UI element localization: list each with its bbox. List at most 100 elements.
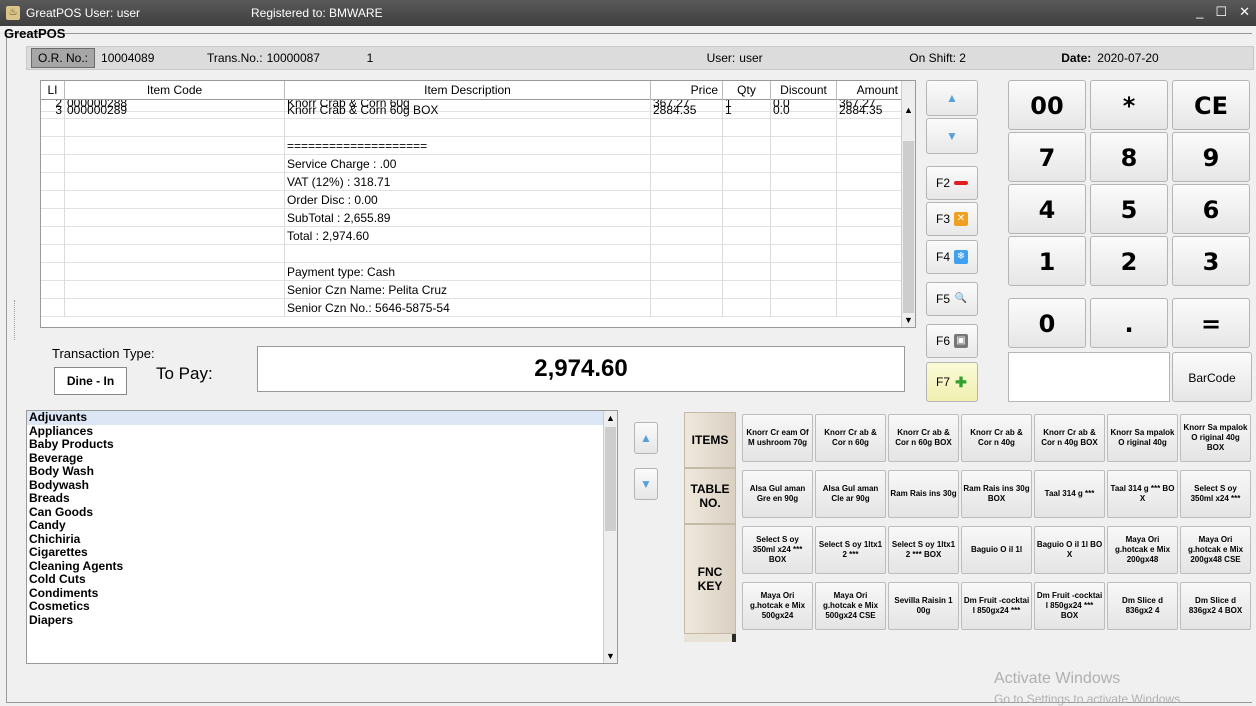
item-button[interactable]: Maya Ori g.hotcak e Mix 200gx48 CSE bbox=[1180, 526, 1251, 574]
tab-items[interactable]: ITEMS bbox=[684, 412, 736, 468]
category-item[interactable]: Breads bbox=[27, 491, 617, 506]
category-item[interactable]: Chichiria bbox=[27, 532, 617, 547]
category-up-button[interactable]: ▲ bbox=[634, 422, 658, 454]
tab-table-no[interactable]: TABLE NO. bbox=[684, 468, 736, 524]
numpad-key[interactable]: 00 bbox=[1008, 80, 1086, 130]
table-row[interactable]: Payment type: Cash bbox=[41, 263, 903, 281]
item-button[interactable]: Baguio O il 1l bbox=[961, 526, 1032, 574]
numpad-key[interactable]: . bbox=[1090, 298, 1168, 348]
item-button[interactable]: Dm Fruit -cocktai l 850gx24 *** bbox=[961, 582, 1032, 630]
numpad-key[interactable]: 0 bbox=[1008, 298, 1086, 348]
category-item[interactable]: Cold Cuts bbox=[27, 572, 617, 587]
item-button[interactable]: Select S oy 350ml x24 *** bbox=[1180, 470, 1251, 518]
col-amount[interactable]: Amount bbox=[837, 81, 903, 100]
f4-button[interactable]: F4 ❄ bbox=[926, 240, 978, 274]
scroll-down-icon[interactable]: ▼ bbox=[902, 313, 915, 327]
item-button[interactable]: Maya Ori g.hotcak e Mix 500gx24 CSE bbox=[815, 582, 886, 630]
item-button[interactable]: Knorr Cr ab & Cor n 40g BOX bbox=[1034, 414, 1105, 462]
category-list[interactable]: Adjuvants Appliances Baby Products Beverage… bbox=[26, 410, 618, 664]
category-item[interactable]: Adjuvants bbox=[27, 411, 617, 425]
scroll-up-button[interactable]: ▲ bbox=[926, 80, 978, 116]
item-button[interactable]: Select S oy 350ml x24 *** BOX bbox=[742, 526, 813, 574]
f2-button[interactable]: F2 bbox=[926, 166, 978, 200]
table-row[interactable]: Total : 2,974.60 bbox=[41, 227, 903, 245]
col-discount[interactable]: Discount bbox=[771, 81, 837, 100]
item-button[interactable]: Knorr Cr ab & Cor n 60g bbox=[815, 414, 886, 462]
category-item[interactable]: Cigarettes bbox=[27, 545, 617, 560]
scroll-up-icon[interactable]: ▲ bbox=[604, 411, 617, 425]
f6-button[interactable]: F6 ▣ bbox=[926, 324, 978, 358]
numpad-key[interactable]: CE bbox=[1172, 80, 1250, 130]
item-button[interactable]: Maya Ori g.hotcak e Mix 500gx24 bbox=[742, 582, 813, 630]
item-button[interactable]: Alsa Gul aman Cle ar 90g bbox=[815, 470, 886, 518]
scroll-down-icon[interactable]: ▼ bbox=[604, 649, 617, 663]
transaction-grid[interactable]: 2 000000288 Knorr Crab & Corn 60g 367.27… bbox=[40, 80, 916, 328]
col-qty[interactable]: Qty bbox=[723, 81, 771, 100]
item-button[interactable]: Select S oy 1ltx1 2 *** BOX bbox=[888, 526, 959, 574]
numpad-key[interactable]: * bbox=[1090, 80, 1168, 130]
numpad-key[interactable]: 6 bbox=[1172, 184, 1250, 234]
category-item[interactable]: Beverage bbox=[27, 451, 617, 466]
f5-button[interactable]: F5 🔍 bbox=[926, 282, 978, 316]
category-item[interactable]: Can Goods bbox=[27, 505, 617, 520]
category-item[interactable]: Cosmetics bbox=[27, 599, 617, 614]
item-button[interactable]: Baguio O il 1l BO X bbox=[1034, 526, 1105, 574]
table-row[interactable]: VAT (12%) : 318.71 bbox=[41, 173, 903, 191]
table-row[interactable] bbox=[41, 119, 903, 137]
numpad-key[interactable]: 5 bbox=[1090, 184, 1168, 234]
numpad-key[interactable]: 8 bbox=[1090, 132, 1168, 182]
category-item[interactable]: Body Wash bbox=[27, 464, 617, 479]
category-item[interactable]: Cleaning Agents bbox=[27, 559, 617, 574]
table-row[interactable]: SubTotal : 2,655.89 bbox=[41, 209, 903, 227]
item-button[interactable]: Dm Slice d 836gx2 4 BOX bbox=[1180, 582, 1251, 630]
category-item[interactable]: Candy bbox=[27, 518, 617, 533]
scroll-down-button[interactable]: ▼ bbox=[926, 118, 978, 154]
barcode-button[interactable]: BarCode bbox=[1172, 352, 1252, 402]
minimize-button[interactable]: _ bbox=[1196, 4, 1203, 20]
item-button[interactable]: Knorr Cr ab & Cor n 40g bbox=[961, 414, 1032, 462]
item-button[interactable]: Knorr Sa mpalok O riginal 40g BOX bbox=[1180, 414, 1251, 462]
tab-fnc-key[interactable]: FNC KEY bbox=[684, 524, 736, 634]
item-button[interactable]: Ram Rais ins 30g bbox=[888, 470, 959, 518]
f3-button[interactable]: F3 ✕ bbox=[926, 202, 978, 236]
category-item[interactable]: Diapers bbox=[27, 613, 617, 628]
item-button[interactable]: Dm Slice d 836gx2 4 bbox=[1107, 582, 1178, 630]
table-row[interactable]: Senior Czn Name: Pelita Cruz bbox=[41, 281, 903, 299]
table-row[interactable]: 3 000000289 Knorr Crab & Corn 60g BOX 2884.… bbox=[41, 101, 903, 119]
numpad-key[interactable]: 1 bbox=[1008, 236, 1086, 286]
splitter-handle[interactable] bbox=[14, 300, 20, 340]
item-button[interactable]: Alsa Gul aman Gre en 90g bbox=[742, 470, 813, 518]
category-item[interactable]: Condiments bbox=[27, 586, 617, 601]
grid-scrollbar[interactable]: ▲ ▼ bbox=[901, 81, 915, 327]
col-price[interactable]: Price bbox=[651, 81, 723, 100]
numpad-key[interactable]: 4 bbox=[1008, 184, 1086, 234]
numpad-key[interactable]: 3 bbox=[1172, 236, 1250, 286]
table-row[interactable]: Service Charge : .00 bbox=[41, 155, 903, 173]
scroll-thumb[interactable] bbox=[903, 141, 914, 313]
close-button[interactable]: ✕ bbox=[1239, 4, 1250, 20]
barcode-input[interactable] bbox=[1008, 352, 1170, 402]
col-item-code[interactable]: Item Code bbox=[65, 81, 285, 100]
item-button[interactable]: Knorr Cr eam Of M ushroom 70g bbox=[742, 414, 813, 462]
scroll-up-icon[interactable]: ▲ bbox=[902, 103, 915, 117]
numpad-key[interactable]: = bbox=[1172, 298, 1250, 348]
numpad-key[interactable]: 9 bbox=[1172, 132, 1250, 182]
category-scrollbar[interactable]: ▲ ▼ bbox=[603, 411, 617, 663]
table-row[interactable]: ==================== bbox=[41, 137, 903, 155]
item-button[interactable]: Sevilla Raisin 1 00g bbox=[888, 582, 959, 630]
item-button[interactable]: Ram Rais ins 30g BOX bbox=[961, 470, 1032, 518]
category-down-button[interactable]: ▼ bbox=[634, 468, 658, 500]
item-button[interactable]: Select S oy 1ltx1 2 *** bbox=[815, 526, 886, 574]
item-button[interactable]: Knorr Cr ab & Cor n 60g BOX bbox=[888, 414, 959, 462]
category-item[interactable]: Baby Products bbox=[27, 437, 617, 452]
numpad-key[interactable]: 7 bbox=[1008, 132, 1086, 182]
table-row[interactable] bbox=[41, 245, 903, 263]
dine-in-button[interactable]: Dine - In bbox=[54, 367, 127, 395]
numpad-key[interactable]: 2 bbox=[1090, 236, 1168, 286]
col-item-description[interactable]: Item Description bbox=[285, 81, 651, 100]
f7-button[interactable]: F7 ✚ bbox=[926, 362, 978, 402]
item-button[interactable]: Maya Ori g.hotcak e Mix 200gx48 bbox=[1107, 526, 1178, 574]
scroll-thumb[interactable] bbox=[605, 427, 616, 531]
maximize-button[interactable]: ☐ bbox=[1215, 4, 1227, 20]
table-row[interactable]: Senior Czn No.: 5646-5875-54 bbox=[41, 299, 903, 317]
